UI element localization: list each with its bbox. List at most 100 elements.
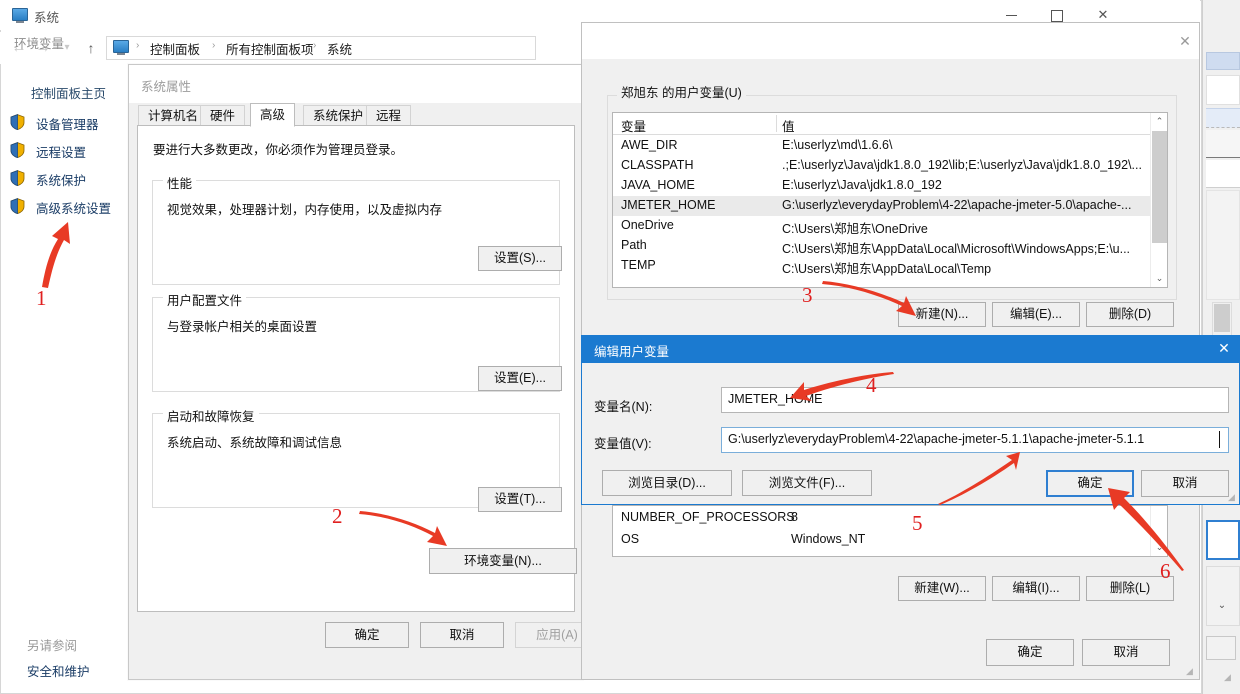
environment-variables-button[interactable]: 环境变量(N)... (429, 548, 577, 574)
sidebar-item-label: 远程设置 (36, 146, 87, 160)
background-window-scroll-thumb[interactable] (1214, 304, 1230, 332)
background-window-focus-box (1206, 520, 1240, 560)
column-divider (776, 115, 777, 132)
browse-file-button[interactable]: 浏览文件(F)... (742, 470, 872, 496)
chevron-down-icon[interactable]: ⌄ (1214, 600, 1230, 611)
system-properties-cancel-button[interactable]: 取消 (420, 622, 504, 648)
see-also-link-security-maintenance[interactable]: 安全和维护 (27, 661, 90, 680)
annotation-arrow-4 (790, 372, 894, 401)
table-row[interactable]: JAVA_HOME E:\userlyz\Java\jdk1.8.0_192 (613, 176, 1167, 196)
edit-user-variable-titlebar (582, 336, 1239, 363)
user-variables-table[interactable]: 变量 值 AWE_DIR E:\userlyz\md\1.6.6\ CLASSP… (612, 112, 1168, 288)
system-properties-ok-button[interactable]: 确定 (325, 622, 409, 648)
chevron-up-icon[interactable]: ⌃ (1151, 113, 1168, 130)
startup-recovery-settings-button[interactable]: 设置(T)... (478, 487, 562, 512)
background-window-button (1206, 636, 1236, 660)
row-variable-value: Windows_NT (791, 532, 866, 546)
table-row[interactable]: TEMP C:\Users\郑旭东\AppData\Local\Temp (613, 256, 1167, 276)
row-variable-name: JAVA_HOME (621, 178, 695, 192)
see-also-heading: 另请参阅 (27, 639, 78, 653)
user-variables-legend: 郑旭东 的用户变量(U) (617, 82, 746, 101)
variable-value-input[interactable]: G:\userlyz\everydayProblem\4-22\apache-j… (721, 427, 1229, 453)
tab-advanced[interactable]: 高级 (250, 103, 296, 127)
background-window-panel (1206, 130, 1240, 158)
performance-group-title: 性能 (163, 173, 197, 192)
background-window-panel (1206, 160, 1240, 188)
background-window-panel (1206, 190, 1240, 300)
table-row[interactable]: OneDrive C:\Users\郑旭东\OneDrive (613, 216, 1167, 236)
table-row[interactable]: NUMBER_OF_PROCESSORS 8 (613, 508, 1167, 528)
row-variable-name: NUMBER_OF_PROCESSORS (621, 510, 795, 524)
row-variable-value: G:\userlyz\everydayProblem\4-22\apache-j… (782, 198, 1132, 212)
user-variable-edit-button[interactable]: 编辑(E)... (992, 302, 1080, 327)
annotation-arrow-2 (359, 511, 447, 546)
environment-variables-cancel-button[interactable]: 取消 (1082, 639, 1170, 666)
performance-settings-button[interactable]: 设置(S)... (478, 246, 562, 271)
user-variable-delete-button[interactable]: 删除(D) (1086, 302, 1174, 327)
environment-variables-ok-button[interactable]: 确定 (986, 639, 1074, 666)
row-variable-value: .;E:\userlyz\Java\jdk1.8.0_192\lib;E:\us… (782, 158, 1142, 172)
sidebar-control-panel-home[interactable]: 控制面板主页 (31, 83, 106, 102)
background-window-row (1206, 52, 1240, 70)
system-monitor-icon (12, 8, 28, 23)
tab-remote[interactable]: 远程 (366, 105, 412, 127)
system-properties-title: 系统属性 (141, 80, 192, 94)
variable-value-label: 变量值(V): (594, 437, 652, 451)
row-variable-value: C:\Users\郑旭东\AppData\Local\Temp (782, 262, 992, 276)
sidebar-item-label: 系统保护 (36, 174, 87, 188)
up-icon[interactable]: ↑ (80, 37, 102, 59)
column-header-value: 值 (782, 120, 795, 134)
browse-directory-button[interactable]: 浏览目录(D)... (602, 470, 732, 496)
background-window-row (1206, 108, 1240, 128)
user-profiles-group-desc: 与登录帐户相关的桌面设置 (167, 320, 318, 334)
edit-user-variable-title: 编辑用户变量 (594, 345, 670, 359)
tab-computer-name[interactable]: 计算机名 (138, 105, 209, 127)
breadcrumb-item-all-items[interactable]: 所有控制面板项 (226, 39, 314, 58)
shield-icon (10, 114, 25, 131)
sidebar-item-label: 高级系统设置 (36, 202, 112, 216)
tab-hardware[interactable]: 硬件 (200, 105, 246, 127)
variable-value-input-value: G:\userlyz\everydayProblem\4-22\apache-j… (728, 432, 1145, 446)
performance-group-desc: 视觉效果，处理器计划，内存使用，以及虚拟内存 (167, 203, 443, 217)
shield-icon (10, 142, 25, 159)
user-profiles-settings-button[interactable]: 设置(E)... (478, 366, 562, 391)
table-row[interactable]: OS Windows_NT (613, 530, 1167, 550)
variable-name-label: 变量名(N): (594, 400, 653, 414)
system-variable-edit-button[interactable]: 编辑(I)... (992, 576, 1080, 601)
annotation-marker-3: 3 (802, 283, 813, 307)
system-variable-new-button[interactable]: 新建(W)... (898, 576, 986, 601)
annotation-arrow-1 (42, 222, 70, 288)
close-icon[interactable]: ✕ (1213, 339, 1235, 357)
resize-grip-icon: ◢ (1228, 492, 1235, 502)
table-row-selected[interactable]: JMETER_HOME G:\userlyz\everydayProblem\4… (613, 196, 1167, 216)
table-header: 变量 值 (613, 113, 1167, 135)
environment-variables-titlebar (582, 23, 1199, 59)
row-variable-value: C:\Users\郑旭东\AppData\Local\Microsoft\Win… (782, 242, 1131, 256)
user-variables-scrollbar[interactable]: ⌃ ⌄ (1150, 113, 1167, 287)
text-caret (1219, 431, 1220, 448)
system-properties-tabstrip: 计算机名 硬件 高级 系统保护 远程 (138, 103, 574, 127)
background-window-panel (1206, 75, 1240, 105)
breadcrumb-item-system[interactable]: 系统 (327, 39, 352, 58)
table-row[interactable]: AWE_DIR E:\userlyz\md\1.6.6\ (613, 136, 1167, 156)
annotation-arrow-5 (938, 452, 1020, 505)
resize-grip-icon: ◢ (1224, 672, 1231, 682)
tab-system-protection[interactable]: 系统保护 (303, 105, 374, 127)
scroll-thumb[interactable] (1152, 131, 1167, 243)
table-row[interactable]: CLASSPATH .;E:\userlyz\Java\jdk1.8.0_192… (613, 156, 1167, 176)
system-variables-table[interactable]: NUMBER_OF_PROCESSORS 8 OS Windows_NT ⌄ (612, 505, 1168, 557)
annotation-marker-2: 2 (332, 504, 343, 528)
table-row[interactable]: Path C:\Users\郑旭东\AppData\Local\Microsof… (613, 236, 1167, 256)
row-variable-name: JMETER_HOME (621, 198, 716, 212)
shield-icon (10, 170, 25, 187)
row-variable-name: Path (621, 238, 647, 252)
breadcrumb-separator: › (136, 40, 140, 51)
chevron-down-icon[interactable]: ⌄ (1151, 270, 1168, 287)
close-icon[interactable]: ✕ (1172, 30, 1198, 52)
column-header-variable: 变量 (621, 120, 647, 134)
row-variable-value: 8 (791, 510, 798, 524)
annotation-marker-4: 4 (866, 373, 877, 397)
breadcrumb-item-control-panel[interactable]: 控制面板 (150, 39, 200, 58)
row-variable-name: OS (621, 532, 640, 546)
startup-recovery-group-title: 启动和故障恢复 (163, 406, 259, 425)
